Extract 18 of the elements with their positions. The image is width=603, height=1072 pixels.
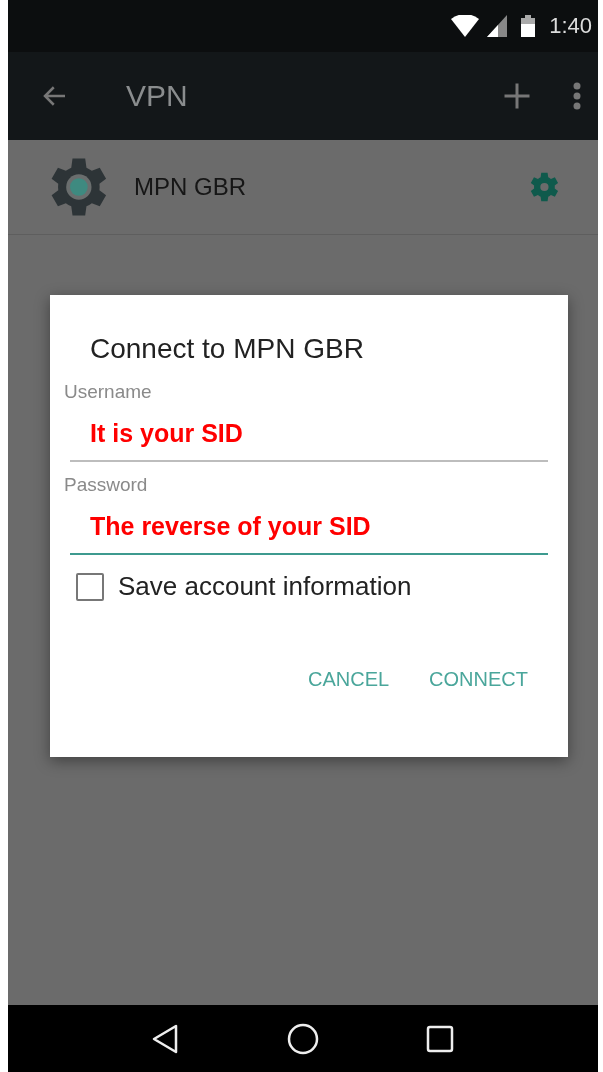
field-label: Username [64,381,153,403]
toolbar-title: VPN [126,79,189,113]
home-nav-icon[interactable] [286,1021,320,1056]
dialog-button[interactable]: CANCEL [307,664,390,695]
more-options-icon[interactable] [572,82,582,110]
vpn-name[interactable]: MPN GBR [134,173,524,201]
input-field[interactable]: The reverse of your SID [70,500,548,555]
battery-icon [521,15,536,37]
add-icon[interactable] [502,81,532,111]
signal-icon [487,15,508,37]
wifi-icon [451,15,480,37]
field-label: Password [64,474,149,496]
dialog-button[interactable]: CONNECT [429,664,528,695]
clock-time: 1:40 [549,13,592,39]
checkbox[interactable] [76,572,104,601]
dialog-title: Connect to MPN GBR [90,333,365,365]
checkbox-label: Save account information [118,571,412,602]
input-field[interactable]: It is your SID [70,407,548,462]
